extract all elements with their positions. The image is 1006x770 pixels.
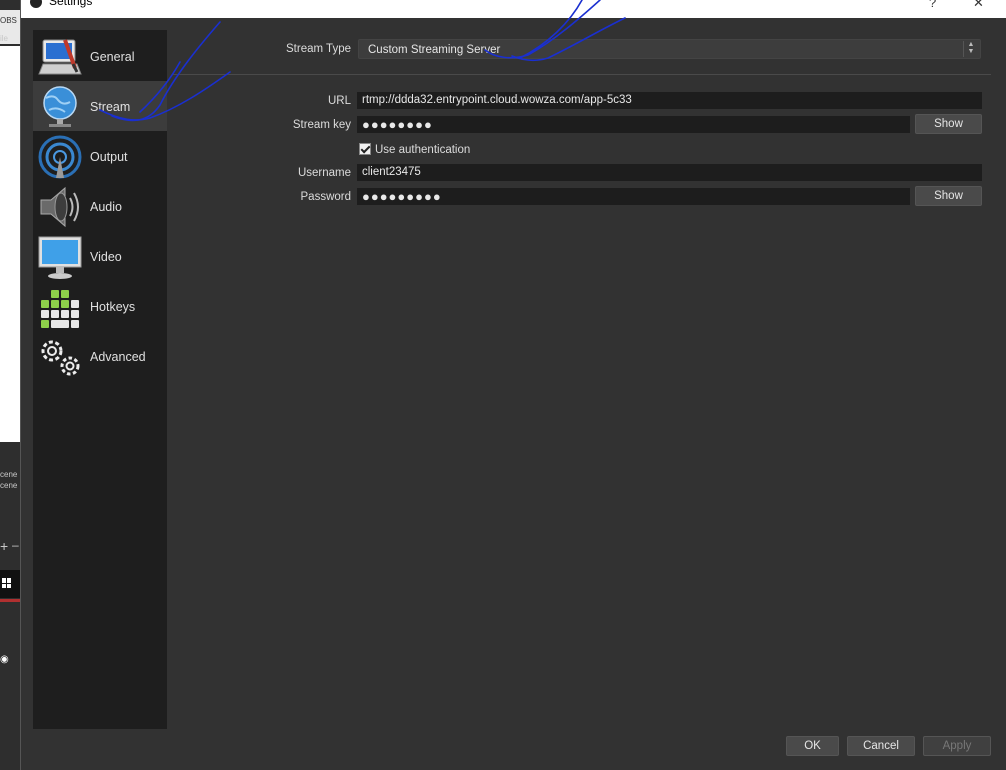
sidebar-item-output[interactable]: Output: [33, 131, 167, 181]
show-stream-key-button[interactable]: Show: [915, 114, 982, 134]
apply-button[interactable]: Apply: [923, 736, 991, 756]
background-source-row: [0, 570, 20, 598]
broadcast-icon: [38, 135, 82, 179]
password-label: Password: [300, 191, 352, 203]
spin-arrows-icon: ▲ ▼: [963, 41, 978, 57]
stream-key-input[interactable]: ●●●●●●●●: [357, 116, 910, 133]
sidebar-item-video[interactable]: Video: [33, 231, 167, 281]
stream-type-select[interactable]: Custom Streaming Server ▲ ▼: [358, 39, 981, 59]
sidebar-item-hotkeys[interactable]: Hotkeys: [33, 281, 167, 331]
sidebar-item-label: Audio: [90, 200, 122, 214]
keyboard-icon: [41, 290, 79, 328]
windows-icon: [2, 578, 12, 588]
stream-key-label: Stream key: [292, 119, 351, 131]
settings-window: Settings ? ✕ General Stream Output Audio…: [20, 0, 1006, 770]
username-label: Username: [297, 167, 351, 179]
url-input[interactable]: rtmp://ddda32.entrypoint.cloud.wowza.com…: [357, 92, 982, 109]
obs-app-icon: [30, 0, 42, 8]
gears-icon: [41, 340, 80, 376]
use-authentication-label: Use authentication: [375, 144, 471, 156]
background-app-strip: OBS ile cene cene 2 + – ◉: [0, 0, 24, 770]
eye-icon: ◉: [0, 654, 9, 665]
sidebar-item-stream[interactable]: Stream: [33, 81, 167, 131]
speaker-icon: [40, 186, 79, 228]
globe-icon: [43, 86, 77, 127]
sidebar-item-label: Advanced: [90, 350, 146, 364]
use-authentication-checkbox[interactable]: [359, 143, 371, 155]
sidebar-item-label: Output: [90, 150, 128, 164]
background-menu-file: ile: [0, 34, 9, 43]
general-icon: [38, 39, 82, 75]
help-button[interactable]: ?: [929, 0, 936, 10]
divider: [173, 74, 991, 75]
sidebar-item-label: Stream: [90, 100, 131, 114]
sidebar-item-label: Video: [90, 250, 122, 264]
sidebar-item-label: General: [90, 50, 135, 64]
url-label: URL: [327, 95, 351, 107]
sidebar-item-audio[interactable]: Audio: [33, 181, 167, 231]
title-bar: Settings ? ✕: [21, 0, 1006, 18]
sidebar-item-general[interactable]: General: [33, 31, 167, 81]
settings-sidebar: General Stream Output Audio Video Hotkey…: [33, 30, 167, 729]
ok-button[interactable]: OK: [786, 736, 839, 756]
show-password-button[interactable]: Show: [915, 186, 982, 206]
background-scene-1: cene: [0, 470, 18, 479]
window-title: Settings: [49, 0, 93, 8]
password-input[interactable]: ●●●●●●●●●: [357, 188, 910, 205]
cancel-button[interactable]: Cancel: [847, 736, 915, 756]
background-red-line: [0, 599, 20, 602]
background-remove-button: –: [12, 538, 19, 552]
sidebar-item-advanced[interactable]: Advanced: [33, 331, 167, 381]
monitor-icon: [38, 236, 82, 279]
username-input[interactable]: client23475: [357, 164, 982, 181]
background-app-title: OBS: [0, 16, 17, 25]
background-app-canvas: [0, 46, 20, 442]
background-add-button: +: [0, 538, 9, 554]
sidebar-item-label: Hotkeys: [90, 300, 136, 314]
close-button[interactable]: ✕: [973, 0, 984, 11]
stream-type-label: Stream Type: [286, 43, 351, 55]
stream-type-value: Custom Streaming Server: [368, 44, 501, 56]
